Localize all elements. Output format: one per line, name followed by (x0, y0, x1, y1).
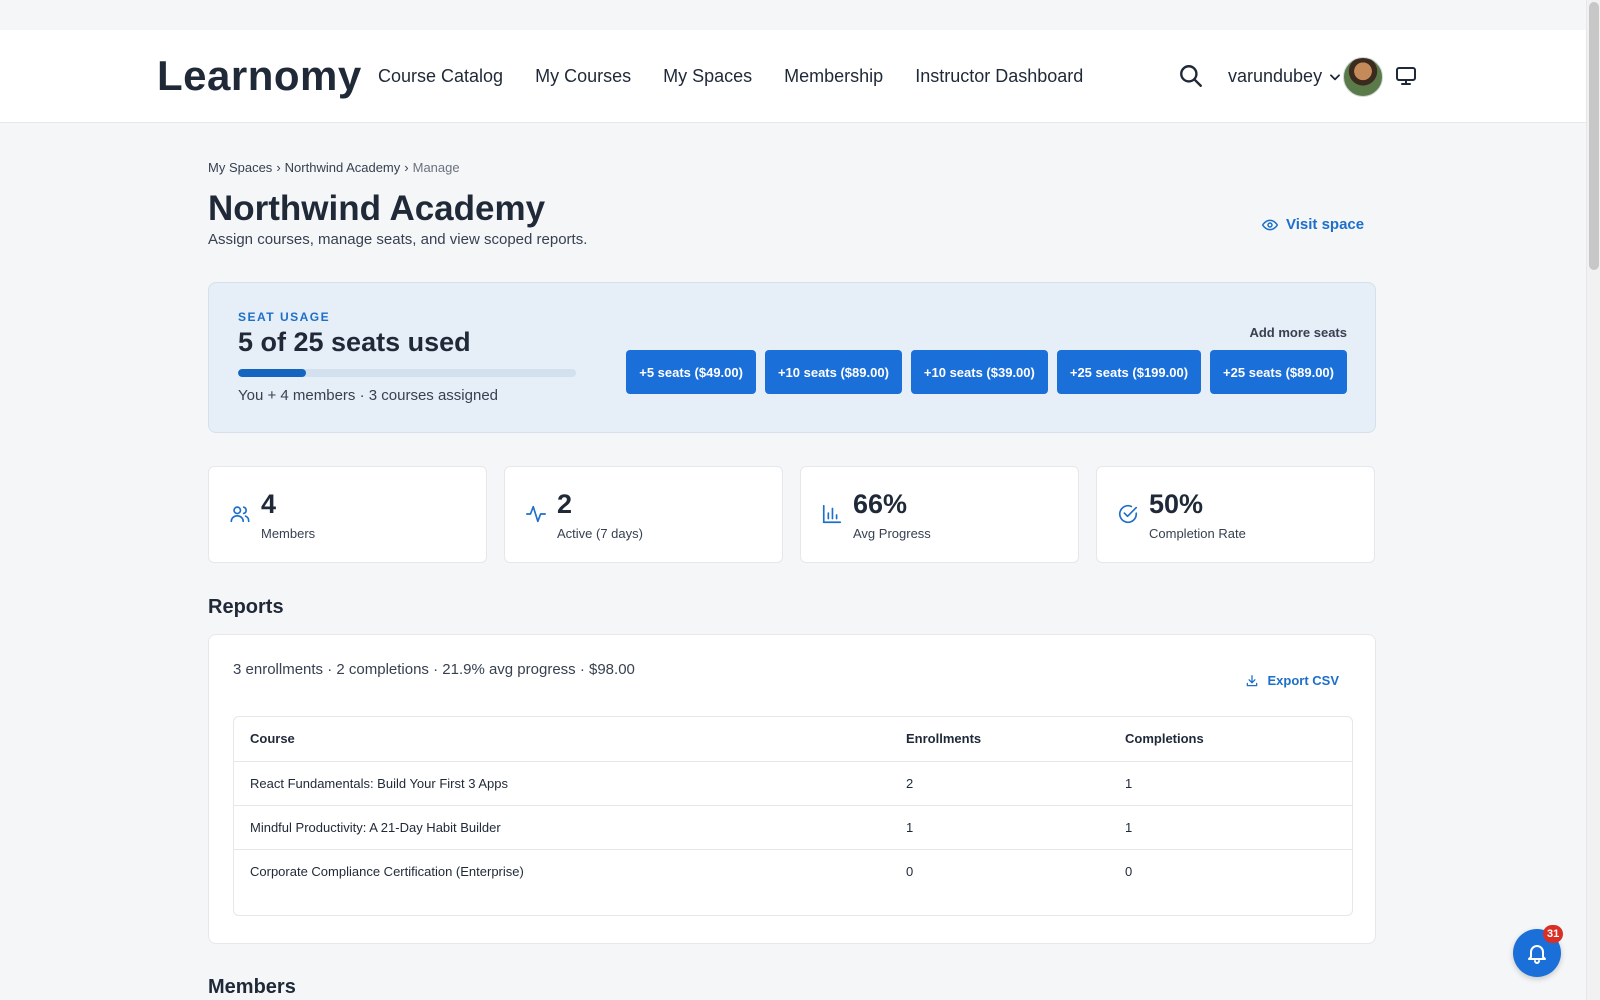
stat-label: Completion Rate (1149, 526, 1246, 541)
stat-value: 2 (557, 489, 573, 519)
nav-my-spaces[interactable]: My Spaces (663, 66, 752, 87)
course-cell: Corporate Compliance Certification (Ente… (250, 863, 524, 879)
export-csv-label: Export CSV (1267, 673, 1339, 688)
seat-progress-bar (238, 369, 576, 377)
visit-space-link[interactable]: Visit space (1262, 216, 1364, 233)
stat-label: Members (261, 526, 316, 541)
breadcrumb: My Spaces › Northwind Academy › Manage (208, 160, 1376, 175)
column-header-completions[interactable]: Completions (1109, 717, 1352, 762)
main-content: My Spaces › Northwind Academy › Manage N… (208, 160, 1376, 998)
breadcrumb-separator: › (404, 160, 409, 175)
nav-instructor-dashboard[interactable]: Instructor Dashboard (915, 66, 1083, 87)
add-25-seats-89-button[interactable]: +25 seats ($89.00) (1210, 350, 1347, 394)
stat-label: Active (7 days) (557, 526, 643, 541)
main-nav: Course Catalog My Courses My Spaces Memb… (378, 66, 1083, 87)
page-scrollbar[interactable] (1586, 0, 1600, 1000)
enrollments-cell: 1 (890, 805, 1109, 850)
page-subtitle: Assign courses, manage seats, and view s… (208, 231, 588, 248)
reports-heading: Reports (208, 596, 284, 618)
column-header-enrollments[interactable]: Enrollments (890, 717, 1109, 762)
seat-usage-label: SEAT USAGE (238, 310, 331, 324)
navbar: Learnomy Course Catalog My Courses My Sp… (0, 30, 1586, 123)
seat-usage-card: SEAT USAGE 5 of 25 seats used You + 4 me… (208, 282, 1376, 433)
stat-card-avg-progress: 66% Avg Progress (800, 466, 1079, 563)
eye-icon (1262, 219, 1278, 230)
stat-value: 4 (261, 489, 277, 519)
add-5-seats-49-button[interactable]: +5 seats ($49.00) (626, 350, 756, 394)
brand-logo[interactable]: Learnomy (157, 52, 362, 100)
monitor-icon[interactable] (1394, 64, 1418, 88)
seat-usage-headline: 5 of 25 seats used (238, 327, 471, 357)
avatar[interactable] (1343, 57, 1383, 97)
username: varundubey (1228, 66, 1323, 86)
nav-membership[interactable]: Membership (784, 66, 883, 87)
breadcrumb-separator: › (276, 160, 281, 175)
table-row: React Fundamentals: Build Your First 3 A… (234, 761, 1352, 806)
add-10-seats-39-button[interactable]: +10 seats ($39.00) (910, 350, 1048, 394)
export-csv-button[interactable]: Export CSV (1245, 673, 1339, 688)
completions-cell: 1 (1109, 761, 1352, 806)
activity-icon (526, 505, 546, 523)
download-icon (1247, 674, 1258, 686)
breadcrumb-space[interactable]: Northwind Academy (285, 160, 401, 175)
search-icon[interactable] (1178, 63, 1204, 89)
check-circle-icon (1118, 505, 1138, 523)
stat-value: 50% (1149, 489, 1204, 519)
members-heading: Members (208, 976, 296, 998)
table-row: Corporate Compliance Certification (Ente… (234, 849, 1352, 893)
nav-my-courses[interactable]: My Courses (535, 66, 631, 87)
notification-count-badge: 31 (1543, 925, 1564, 943)
users-icon (230, 506, 250, 523)
completions-cell: 0 (1125, 863, 1133, 879)
nav-course-catalog[interactable]: Course Catalog (378, 66, 503, 87)
column-header-course[interactable]: Course (234, 717, 890, 762)
stat-card-completion-rate: 50% Completion Rate (1096, 466, 1375, 563)
course-cell: Mindful Productivity: A 21-Day Habit Bui… (234, 805, 890, 850)
table-row: Mindful Productivity: A 21-Day Habit Bui… (234, 805, 1352, 850)
add-10-seats-89-button[interactable]: +10 seats ($89.00) (764, 350, 902, 394)
course-cell: React Fundamentals: Build Your First 3 A… (234, 761, 890, 806)
user-menu[interactable]: varundubey (1228, 66, 1342, 87)
reports-summary: 3 enrollments · 2 completions · 21.9% av… (233, 661, 635, 678)
seat-purchase-buttons: +5 seats ($49.00) +10 seats ($89.00) +10… (626, 350, 1347, 394)
stat-card-active: 2 Active (7 days) (504, 466, 783, 563)
stats-row: 4 Members 2 Active (7 days) 66% Avg Prog… (208, 466, 1376, 563)
bell-icon (1528, 945, 1546, 964)
breadcrumb-current: Manage (412, 160, 460, 175)
stat-card-members: 4 Members (208, 466, 487, 563)
table-header-row: Course Enrollments Completions (234, 717, 1352, 762)
seat-usage-meta: You + 4 members · 3 courses assigned (238, 387, 499, 404)
seat-progress-fill (238, 369, 306, 377)
reports-card: 3 enrollments · 2 completions · 21.9% av… (208, 634, 1376, 944)
stat-label: Avg Progress (853, 526, 931, 541)
chevron-down-icon (1330, 73, 1341, 80)
enrollments-cell: 2 (890, 761, 1109, 806)
breadcrumb-my-spaces[interactable]: My Spaces (208, 160, 272, 175)
add-more-seats-label: Add more seats (1249, 325, 1347, 340)
visit-space-label: Visit space (1286, 216, 1365, 233)
enrollments-cell: 0 (906, 863, 914, 879)
page-title: Northwind Academy (208, 189, 546, 228)
bar-chart-icon (822, 504, 842, 524)
add-25-seats-199-button[interactable]: +25 seats ($199.00) (1056, 350, 1202, 394)
completions-cell: 1 (1109, 805, 1352, 850)
scrollbar-thumb[interactable] (1589, 2, 1599, 270)
stat-value: 66% (853, 489, 908, 519)
top-strip (0, 0, 1600, 30)
reports-table: Course Enrollments Completions React Fun… (233, 716, 1353, 916)
